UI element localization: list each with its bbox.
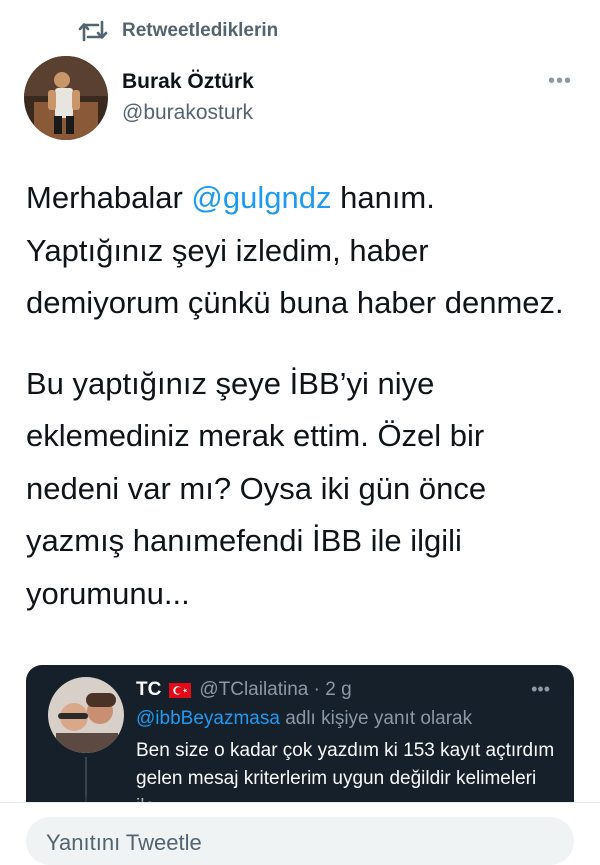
tweet-text-part: Merhabalar xyxy=(26,180,192,215)
tweet-paragraph-2: Bu yaptığınız şeye İBB’yi niye eklemedin… xyxy=(26,365,487,611)
tweet-paragraph-1: Merhabalar @gulgndz hanım. Yaptığınız şe… xyxy=(26,172,576,330)
quoted-author-name[interactable]: TC xyxy=(136,679,161,701)
quoted-more-icon[interactable]: ••• xyxy=(531,679,550,700)
quoted-header: TC @TClailatina · 2 g xyxy=(136,679,352,701)
retweet-icon xyxy=(78,20,108,42)
tweet-text: Merhabalar @gulgndz hanım. Yaptığınız şe… xyxy=(26,172,576,620)
more-options-icon[interactable]: ••• xyxy=(548,70,572,93)
quoted-tweet-card[interactable]: TC @TClailatina · 2 g ••• @ibbBeyazmasa … xyxy=(26,665,574,810)
reply-suffix: adlı kişiye yanıt olarak xyxy=(279,708,473,729)
reply-input[interactable]: Yanıtını Tweetle xyxy=(26,817,574,865)
retweet-label: Retweetlediklerin xyxy=(122,20,279,41)
reply-context: @ibbBeyazmasa adlı kişiye yanıt olarak xyxy=(136,708,472,730)
author-avatar[interactable] xyxy=(24,56,108,140)
author-name[interactable]: Burak Öztürk xyxy=(122,70,254,94)
reply-bar: Yanıtını Tweetle xyxy=(0,802,600,865)
turkey-flag-icon xyxy=(169,682,192,698)
retweet-indicator: Retweetlediklerin xyxy=(78,16,278,46)
author-handle[interactable]: @burakosturk xyxy=(122,101,253,125)
quoted-author-avatar[interactable] xyxy=(48,677,124,753)
mention-link[interactable]: @gulgndz xyxy=(191,180,331,215)
reply-mention-link[interactable]: @ibbBeyazmasa xyxy=(136,708,280,729)
quoted-handle-time: @TClailatina · 2 g xyxy=(199,679,352,700)
